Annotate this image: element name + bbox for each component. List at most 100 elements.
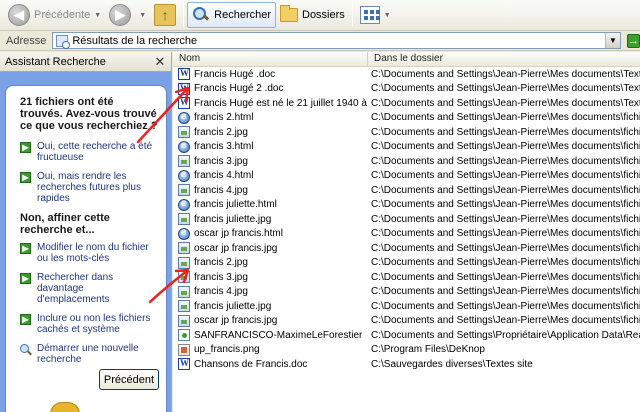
file-folder-cell: C:\Documents and Settings\Jean-Pierre\Me… — [371, 271, 640, 283]
jpg-file-icon — [178, 314, 190, 327]
file-name: francis 2.jpg — [194, 257, 248, 269]
html-file-icon — [178, 227, 190, 240]
file-folder-cell: C:\Documents and Settings\Propriétaire\A… — [371, 329, 640, 341]
option-hidden-system-files[interactable]: ▶ Inclure ou non les fichiers cachés et … — [20, 313, 158, 335]
green-arrow-icon: ▶ — [20, 172, 31, 183]
column-header-name[interactable]: Nom — [173, 52, 368, 67]
file-row[interactable]: up_francis.png C:\Program Files\DeKnop — [173, 343, 640, 358]
file-row[interactable]: francis 4.jpg C:\Documents and Settings\J… — [173, 183, 640, 198]
file-name-cell: francis 4.jpg — [173, 184, 368, 197]
search-button[interactable]: Rechercher — [187, 2, 276, 28]
address-dropdown-icon[interactable]: ▼ — [605, 33, 620, 48]
folders-button-label: Dossiers — [302, 9, 345, 21]
file-row[interactable]: francis 2.html C:\Documents and Settings\… — [173, 111, 640, 126]
file-name: oscar jp francis.jpg — [194, 242, 278, 254]
toolbar-separator — [183, 3, 185, 27]
file-folder-cell: C:\Documents and Settings\Jean-Pierre\Me… — [371, 199, 640, 211]
results-list: Nom Dans le dossier Francis Hugé .doc C:\… — [173, 52, 640, 412]
forward-button[interactable]: ▶ ▼ — [105, 2, 150, 28]
file-row[interactable]: Francis Hugé .doc C:\Documents and Settin… — [173, 67, 640, 82]
back-button-label: Précédente — [34, 9, 91, 21]
file-name-cell: Francis Hugé .doc — [173, 68, 368, 81]
file-name-cell: Francis Hugé 2 .doc — [173, 82, 368, 95]
option-label: Oui, cette recherche a été fructueuse — [37, 141, 153, 163]
forward-dropdown-icon[interactable]: ▼ — [139, 12, 146, 19]
file-row[interactable]: francis juliette.jpg C:\Documents and Set… — [173, 212, 640, 227]
search-button-label: Rechercher — [214, 9, 271, 21]
option-more-locations[interactable]: ▶ Rechercher dans davantage d'emplacemen… — [20, 272, 158, 305]
file-folder-cell: C:\Documents and Settings\Jean-Pierre\Me… — [371, 112, 640, 124]
file-row[interactable]: francis 3.jpg C:\Documents and Settings\J… — [173, 270, 640, 285]
doc-file-icon — [178, 82, 190, 95]
file-folder-cell: C:\Documents and Settings\Jean-Pierre\Me… — [371, 83, 640, 95]
forward-arrow-icon: ▶ — [109, 4, 132, 26]
green-arrow-icon: ▶ — [20, 273, 31, 284]
file-row[interactable]: oscar jp francis.jpg C:\Documents and Set… — [173, 314, 640, 329]
previous-button[interactable]: Précédent — [99, 369, 159, 390]
search-assistant-body: 21 fichiers ont été trouvés. Avez-vous t… — [5, 85, 167, 412]
folders-button[interactable]: Dossiers — [276, 2, 349, 28]
url-file-icon — [178, 329, 190, 342]
option-new-search[interactable]: Démarrer une nouvelle recherche — [20, 343, 158, 365]
back-dropdown-icon[interactable]: ▼ — [94, 12, 101, 19]
file-folder-cell: C:\Documents and Settings\Jean-Pierre\Me… — [371, 315, 640, 327]
file-row[interactable]: oscar jp francis.html C:\Documents and Se… — [173, 227, 640, 242]
file-name-cell: oscar jp francis.html — [173, 227, 368, 240]
file-row[interactable]: francis 2.jpg C:\Documents and Settings\J… — [173, 256, 640, 271]
views-button[interactable]: ▼ — [356, 2, 395, 28]
file-row[interactable]: francis 3.jpg C:\Documents and Settings\J… — [173, 154, 640, 169]
file-name-cell: francis 2.html — [173, 111, 368, 124]
close-icon[interactable]: ✕ — [153, 54, 167, 69]
html-file-icon — [178, 111, 190, 124]
jpg-file-icon — [178, 242, 190, 255]
folder-icon — [280, 5, 298, 22]
list-header: Nom Dans le dossier — [173, 52, 640, 67]
file-name: francis juliette.html — [194, 199, 277, 211]
views-dropdown-icon: ▼ — [383, 11, 391, 19]
file-row[interactable]: francis 4.jpg C:\Documents and Settings\J… — [173, 285, 640, 300]
search-assistant-pane: Assistant Recherche ✕ 21 fichiers ont ét… — [0, 52, 172, 412]
html-file-icon — [178, 198, 190, 211]
option-label: Inclure ou non les fichiers cachés et sy… — [37, 313, 151, 335]
doc-file-icon — [178, 358, 190, 371]
file-name-cell: francis 3.jpg — [173, 271, 368, 284]
doc-file-icon — [178, 97, 190, 110]
search-assistant-title: Assistant Recherche — [5, 55, 106, 68]
search-results-icon — [56, 34, 71, 49]
jpg-file-icon — [178, 184, 190, 197]
file-folder-cell: C:\Documents and Settings\Jean-Pierre\Me… — [371, 141, 640, 153]
file-name-cell: francis 4.html — [173, 169, 368, 182]
file-name-cell: oscar jp francis.jpg — [173, 314, 368, 327]
option-faster-searches[interactable]: ▶ Oui, mais rendre les recherches future… — [20, 171, 158, 204]
file-row[interactable]: oscar jp francis.jpg C:\Documents and Set… — [173, 241, 640, 256]
green-arrow-icon: ▶ — [20, 243, 31, 254]
file-row[interactable]: francis 3.html C:\Documents and Settings\… — [173, 140, 640, 155]
back-button[interactable]: ◀ Précédente ▼ — [4, 2, 105, 28]
address-field[interactable]: Résultats de la recherche ▼ — [52, 32, 621, 49]
html-file-icon — [178, 140, 190, 153]
file-folder-cell: C:\Documents and Settings\Jean-Pierre\Me… — [371, 286, 640, 298]
go-button[interactable]: → — [627, 33, 640, 48]
address-bar: Adresse Résultats de la recherche ▼ → — [0, 31, 640, 51]
file-row[interactable]: SANFRANCISCO-MaximeLeForestier C:\Documen… — [173, 328, 640, 343]
file-row[interactable]: francis juliette.html C:\Documents and Se… — [173, 198, 640, 213]
column-header-folder[interactable]: Dans le dossier — [368, 52, 640, 67]
folder-up-icon[interactable]: ↑ — [154, 4, 177, 26]
file-row[interactable]: francis 4.html C:\Documents and Settings\… — [173, 169, 640, 184]
file-folder-cell: C:\Documents and Settings\Jean-Pierre\Me… — [371, 170, 640, 182]
file-name-cell: oscar jp francis.jpg — [173, 242, 368, 255]
file-name: francis juliette.jpg — [194, 213, 272, 225]
file-name: francis 2.jpg — [194, 126, 248, 138]
results-rows: Francis Hugé .doc C:\Documents and Settin… — [173, 67, 640, 372]
file-row[interactable]: francis 2.jpg C:\Documents and Settings\J… — [173, 125, 640, 140]
file-row[interactable]: Chansons de Francis.doc C:\Sauvegardes di… — [173, 357, 640, 372]
file-row[interactable]: Francis Hugé 2 .doc C:\Documents and Sett… — [173, 82, 640, 97]
option-search-successful[interactable]: ▶ Oui, cette recherche a été fructueuse — [20, 141, 158, 163]
toolbar: ◀ Précédente ▼ ▶ ▼ ↑ Rechercher Dossiers… — [0, 0, 640, 31]
file-name: Francis Hugé .doc — [194, 68, 276, 80]
option-change-filename[interactable]: ▶ Modifier le nom du fichier ou les mots… — [20, 242, 158, 264]
file-folder-cell: C:\Documents and Settings\Jean-Pierre\Me… — [371, 68, 640, 80]
file-name-cell: up_francis.png — [173, 343, 368, 356]
file-row[interactable]: Francis Hugé est né le 21 juillet 1940 à… — [173, 96, 640, 111]
file-row[interactable]: francis juliette.jpg C:\Documents and Set… — [173, 299, 640, 314]
